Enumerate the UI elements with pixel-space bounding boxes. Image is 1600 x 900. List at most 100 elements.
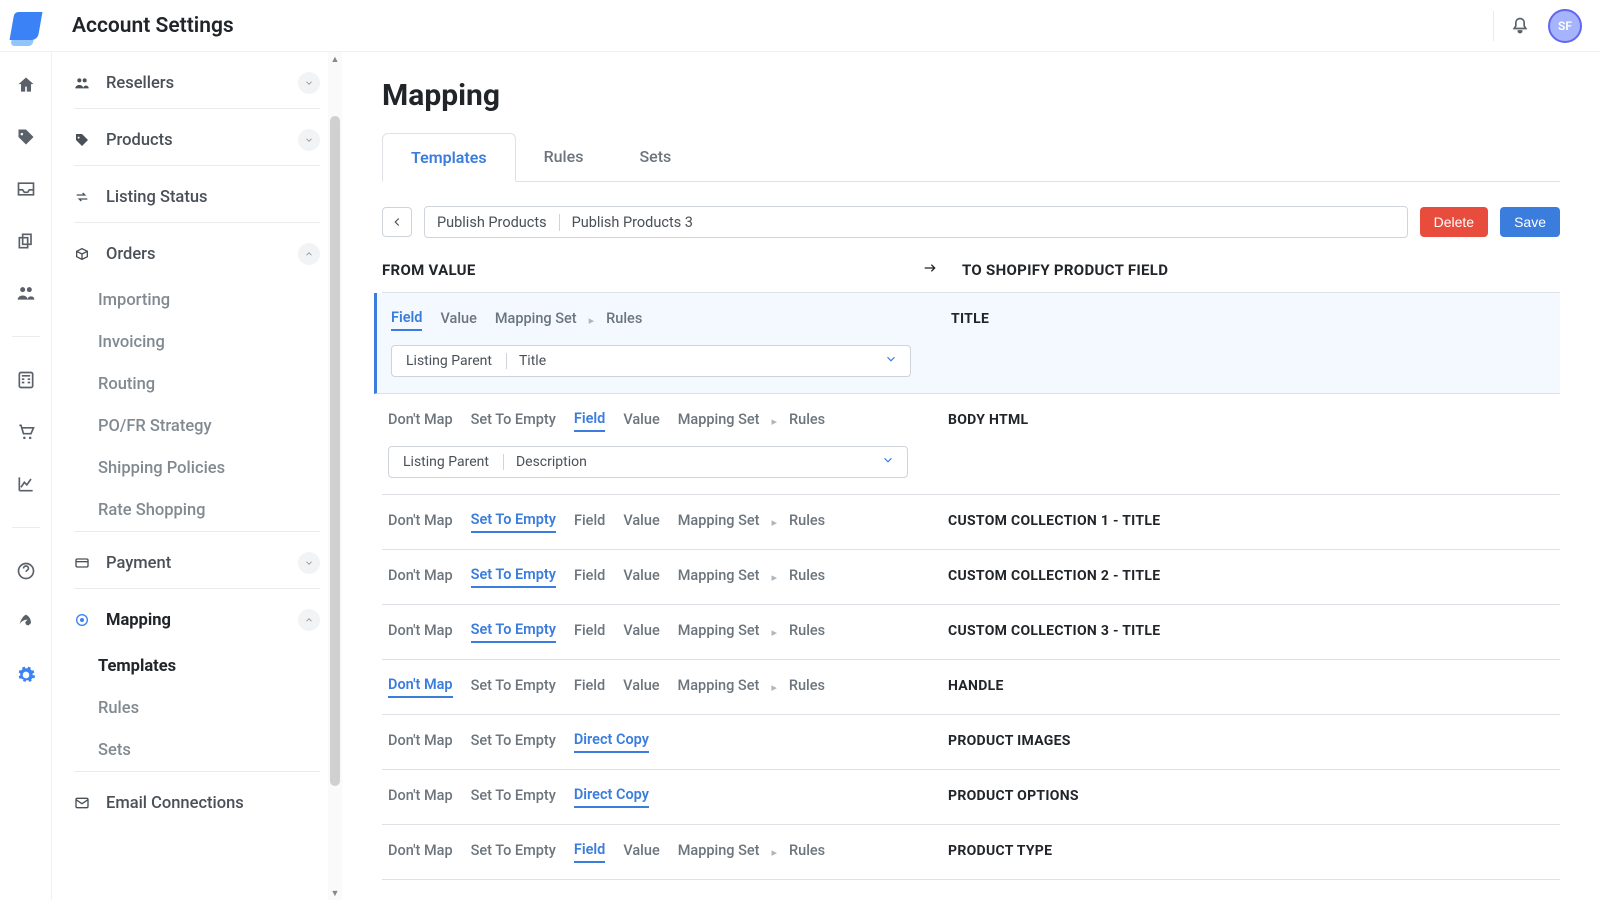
rocket-icon[interactable] <box>15 612 37 634</box>
pill-set-to-empty[interactable]: Set To Empty <box>471 842 556 862</box>
chevron-down-icon[interactable] <box>298 552 320 574</box>
chevron-down-icon[interactable] <box>298 72 320 94</box>
tab-sets[interactable]: Sets <box>611 133 699 181</box>
pill-field[interactable]: Field <box>574 410 605 432</box>
pill-value[interactable]: Value <box>623 842 659 862</box>
sidebar-sub-po-fr-strategy[interactable]: PO/FR Strategy <box>98 405 320 447</box>
pill-value[interactable]: Value <box>623 677 659 697</box>
template-name-input[interactable]: Publish Products Publish Products 3 <box>424 206 1408 238</box>
sidebar-sub-importing[interactable]: Importing <box>98 279 320 321</box>
chevron-down-icon[interactable] <box>872 352 910 370</box>
mapping-row: Don't Map Set To Empty Field Value Mapping S… <box>382 825 1560 880</box>
topbar: Account Settings SF <box>0 0 1600 52</box>
pill-field[interactable]: Field <box>574 841 605 863</box>
field-select[interactable]: Listing ParentDescription <box>388 446 908 478</box>
pill-don-t-map[interactable]: Don't Map <box>388 622 453 642</box>
pill-rules[interactable]: Rules <box>606 310 642 330</box>
mapping-row: Don't Map Set To Empty Field Value Mapping S… <box>382 660 1560 715</box>
pill-field[interactable]: Field <box>574 567 605 587</box>
sidebar-sub-rules[interactable]: Rules <box>98 687 320 729</box>
pill-value[interactable]: Value <box>623 411 659 431</box>
pill-don-t-map[interactable]: Don't Map <box>388 732 453 752</box>
chevron-up-icon[interactable] <box>298 609 320 631</box>
tab-rules[interactable]: Rules <box>516 133 612 181</box>
pill-don-t-map[interactable]: Don't Map <box>388 411 453 431</box>
back-button[interactable] <box>382 207 412 237</box>
pill-don-t-map[interactable]: Don't Map <box>388 842 453 862</box>
pill-set-to-empty[interactable]: Set To Empty <box>471 511 556 533</box>
pill-mapping-set[interactable]: Mapping Set <box>678 677 760 697</box>
pill-mapping-set[interactable]: Mapping Set <box>678 567 760 587</box>
pill-field[interactable]: Field <box>574 622 605 642</box>
pill-field[interactable]: Field <box>574 512 605 532</box>
delete-button[interactable]: Delete <box>1420 207 1488 237</box>
sidebar-sub-shipping-policies[interactable]: Shipping Policies <box>98 447 320 489</box>
sidebar-item-email-connections[interactable]: Email Connections <box>74 778 320 828</box>
sidebar-item-label: Orders <box>106 245 156 264</box>
cart-icon[interactable] <box>15 421 37 443</box>
pill-rules[interactable]: Rules <box>789 622 825 642</box>
pill-mapping-set[interactable]: Mapping Set <box>678 411 760 431</box>
pill-rules[interactable]: Rules <box>789 512 825 532</box>
chart-icon[interactable] <box>15 473 37 495</box>
pill-rules[interactable]: Rules <box>789 842 825 862</box>
pill-value[interactable]: Value <box>440 310 476 330</box>
sidebar-scrollbar[interactable]: ▲ ▼ <box>328 52 342 900</box>
pill-value[interactable]: Value <box>623 622 659 642</box>
pill-rules[interactable]: Rules <box>789 411 825 431</box>
sidebar-sub-templates[interactable]: Templates <box>98 645 320 687</box>
chevron-down-icon[interactable] <box>869 453 907 471</box>
copy-icon[interactable] <box>15 230 37 252</box>
mapping-row: Don't Map Set To Empty Field Value Mapping S… <box>382 605 1560 660</box>
sidebar-sub-sets[interactable]: Sets <box>98 729 320 771</box>
gear-icon[interactable] <box>15 664 37 686</box>
avatar[interactable]: SF <box>1548 9 1582 43</box>
sidebar-item-orders[interactable]: Orders <box>74 229 320 279</box>
inbox-icon[interactable] <box>15 178 37 200</box>
sidebar-item-mapping[interactable]: Mapping <box>74 595 320 645</box>
pill-mapping-set[interactable]: Mapping Set <box>678 842 760 862</box>
pill-mapping-set[interactable]: Mapping Set <box>678 512 760 532</box>
help-icon[interactable] <box>15 560 37 582</box>
sidebar-sub-routing[interactable]: Routing <box>98 363 320 405</box>
pill-set-to-empty[interactable]: Set To Empty <box>471 732 556 752</box>
sidebar-sub-invoicing[interactable]: Invoicing <box>98 321 320 363</box>
bell-icon[interactable] <box>1510 16 1530 36</box>
calc-icon[interactable] <box>15 369 37 391</box>
tab-templates[interactable]: Templates <box>382 133 516 182</box>
pill-value[interactable]: Value <box>623 567 659 587</box>
pill-set-to-empty[interactable]: Set To Empty <box>471 411 556 431</box>
sidebar-item-resellers[interactable]: Resellers <box>74 58 320 108</box>
pill-set-to-empty[interactable]: Set To Empty <box>471 787 556 807</box>
chevron-down-icon[interactable] <box>298 129 320 151</box>
tag-icon <box>74 132 92 148</box>
tag-icon[interactable] <box>15 126 37 148</box>
pill-value[interactable]: Value <box>623 512 659 532</box>
sidebar-item-payment[interactable]: Payment <box>74 538 320 588</box>
pill-rules[interactable]: Rules <box>789 677 825 697</box>
sidebar-item-products[interactable]: Products <box>74 115 320 165</box>
pill-direct-copy[interactable]: Direct Copy <box>574 731 649 753</box>
pill-set-to-empty[interactable]: Set To Empty <box>471 621 556 643</box>
pill-rules[interactable]: Rules <box>789 567 825 587</box>
pill-field[interactable]: Field <box>574 677 605 697</box>
pill-set-to-empty[interactable]: Set To Empty <box>471 677 556 697</box>
pill-direct-copy[interactable]: Direct Copy <box>574 786 649 808</box>
home-icon[interactable] <box>15 74 37 96</box>
target-field-label: CUSTOM COLLECTION 2 - TITLE <box>948 568 1560 584</box>
pill-field[interactable]: Field <box>391 309 422 331</box>
save-button[interactable]: Save <box>1500 207 1560 237</box>
pill-don-t-map[interactable]: Don't Map <box>388 787 453 807</box>
pill-mapping-set[interactable]: Mapping Set <box>495 310 577 330</box>
pill-don-t-map[interactable]: Don't Map <box>388 512 453 532</box>
pill-mapping-set[interactable]: Mapping Set <box>678 622 760 642</box>
pill-set-to-empty[interactable]: Set To Empty <box>471 566 556 588</box>
users-icon[interactable] <box>15 282 37 304</box>
chevron-up-icon[interactable] <box>298 243 320 265</box>
field-select[interactable]: Listing ParentTitle <box>391 345 911 377</box>
pill-don-t-map[interactable]: Don't Map <box>388 676 453 698</box>
sidebar-item-listing-status[interactable]: Listing Status <box>74 172 320 222</box>
sidebar-sub-rate-shopping[interactable]: Rate Shopping <box>98 489 320 531</box>
pill-don-t-map[interactable]: Don't Map <box>388 567 453 587</box>
app-logo[interactable] <box>0 12 52 40</box>
